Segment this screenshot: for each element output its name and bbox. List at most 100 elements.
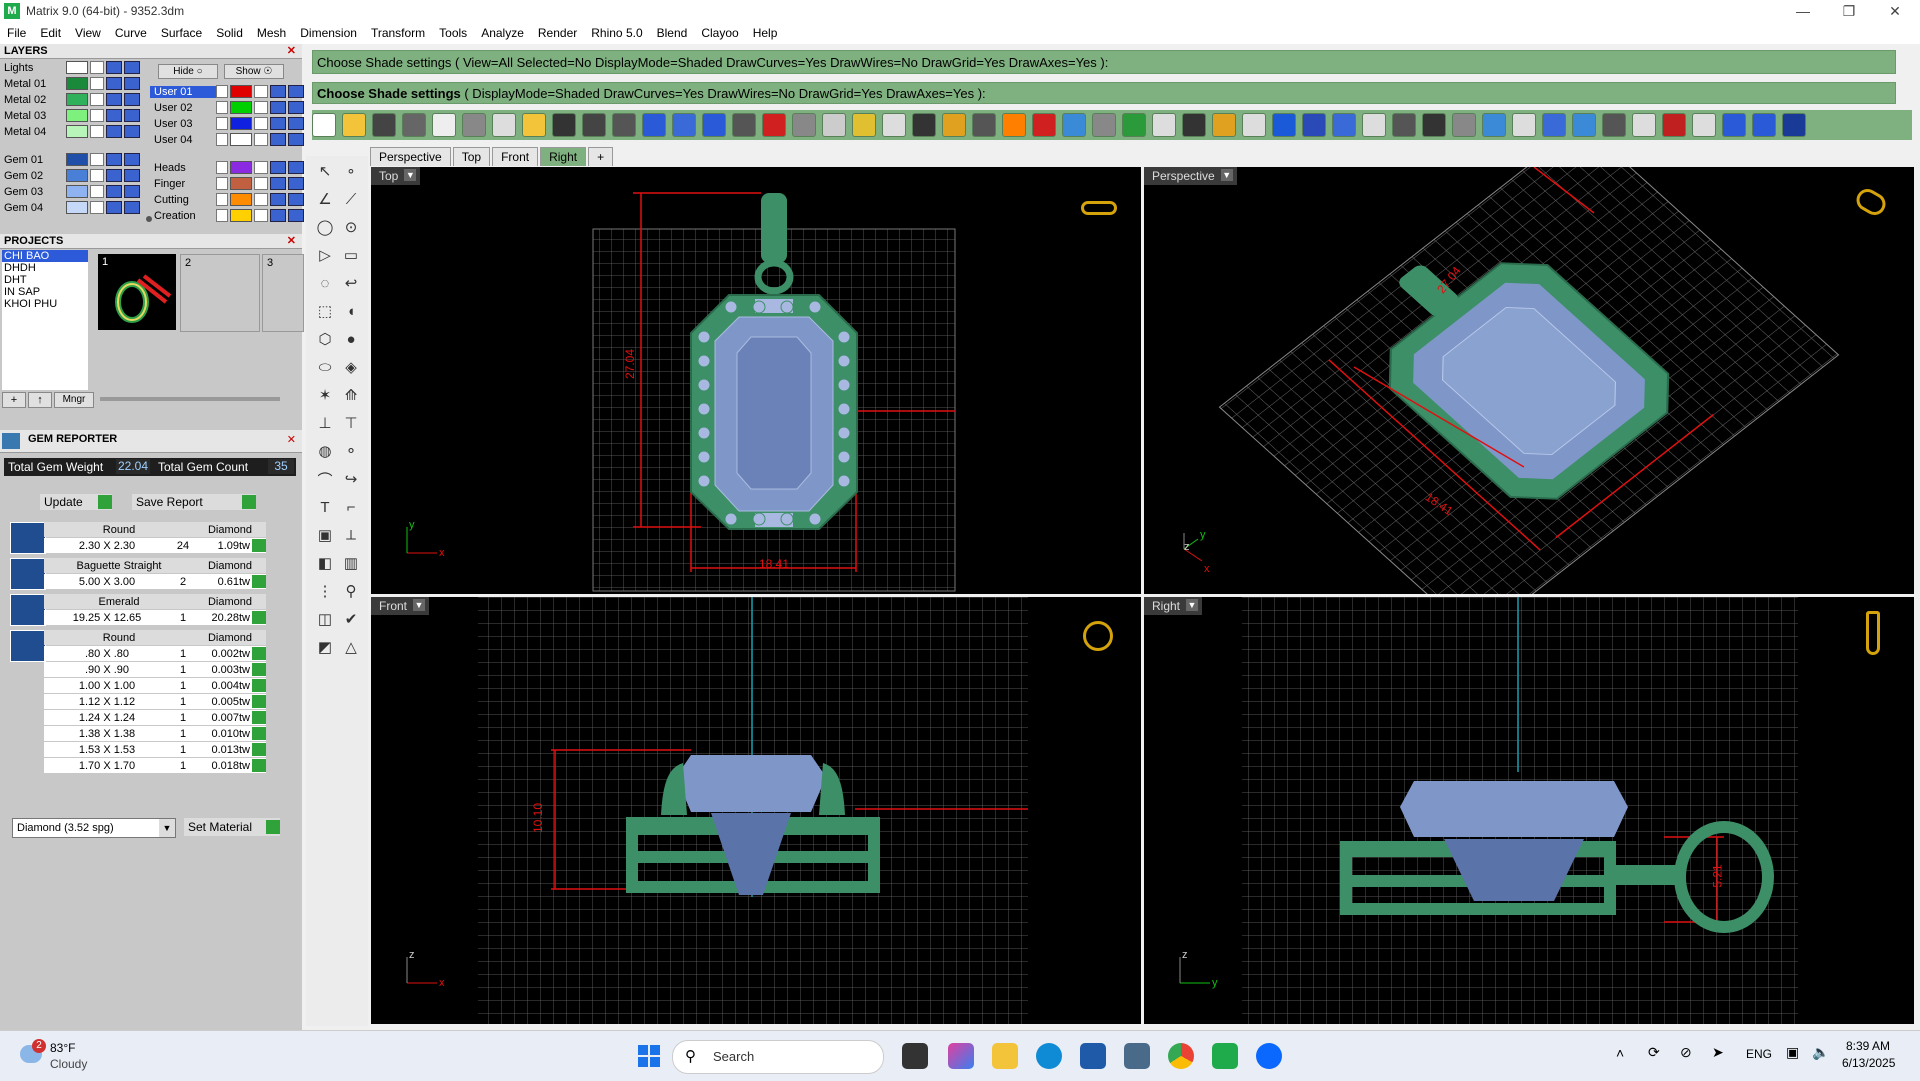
toolbar-button-icon[interactable] [1362,113,1386,137]
zalo-icon[interactable] [1256,1043,1282,1069]
menu-tools[interactable]: Tools [432,26,474,40]
menu-curve[interactable]: Curve [108,26,154,40]
clock-time[interactable]: 8:39 AM [1846,1039,1890,1053]
viewport-top[interactable]: Top ▼ 18.41 27.04 x y [371,167,1141,594]
toolbar-button-icon[interactable] [1662,113,1686,137]
toolbar-button-icon[interactable] [342,113,366,137]
layer-lock-icon[interactable] [90,153,104,166]
layer-visible-icon[interactable] [106,125,122,138]
toolbar-button-icon[interactable] [1572,113,1596,137]
layer-visible-icon[interactable] [270,133,286,146]
toolbar-button-icon[interactable] [642,113,666,137]
layer-expand-icon[interactable] [216,177,228,190]
toolbar-button-icon[interactable] [882,113,906,137]
start-icon[interactable] [638,1045,660,1067]
layer-row[interactable]: Metal 04 [0,124,142,139]
layer-color-swatch[interactable] [66,201,88,214]
close-projects-icon[interactable]: ✕ [287,234,296,248]
toolbar-button-icon[interactable] [1092,113,1116,137]
tool-button-icon[interactable]: ∘ [340,160,362,182]
layer-visible-icon[interactable] [106,77,122,90]
layer-visible-icon[interactable] [270,209,286,222]
layer-expand-icon[interactable] [216,117,228,130]
toolbar-button-icon[interactable] [372,113,396,137]
viewport-top-label[interactable]: Top ▼ [371,167,421,185]
layer-visible-icon[interactable] [270,117,286,130]
tool-button-icon[interactable]: ◈ [340,356,362,378]
layer-lock-icon[interactable] [254,117,268,130]
menu-mesh[interactable]: Mesh [250,26,293,40]
hide-button[interactable]: Hide ○ [158,64,218,79]
viewport-front-label[interactable]: Front ▼ [371,597,430,615]
layer-lock-icon[interactable] [254,161,268,174]
tool-button-icon[interactable]: ↪ [340,468,362,490]
layer-row[interactable]: Finger [150,176,306,191]
layer-visible-icon[interactable] [270,161,286,174]
volume-icon[interactable]: 🔈 [1812,1044,1829,1061]
layer-visible-icon[interactable] [106,201,122,214]
project-item[interactable]: DHT [2,274,88,286]
layer-lock-icon[interactable] [254,209,268,222]
toolbar-button-icon[interactable] [492,113,516,137]
layer-color-swatch[interactable] [230,209,252,222]
chrome-icon[interactable] [1168,1043,1194,1069]
tool-button-icon[interactable]: ✶ [314,384,336,406]
gem-row[interactable]: 1.00 X 1.00 1 0.004tw [44,678,266,693]
toolbar-button-icon[interactable] [1722,113,1746,137]
viewport-front[interactable]: Front ▼ 10.10 x z [371,597,1141,1024]
update-button[interactable]: Update [40,494,112,510]
toolbar-button-icon[interactable] [1512,113,1536,137]
tool-button-icon[interactable]: ⌐ [340,496,362,518]
layer-expand-icon[interactable] [216,209,228,222]
toolbar-button-icon[interactable] [522,113,546,137]
toolbar-button-icon[interactable] [1602,113,1626,137]
project-thumb-2[interactable]: 2 [180,254,260,332]
tab-top[interactable]: Top [452,147,491,166]
gem-row[interactable]: 19.25 X 12.65 1 20.28tw [44,610,266,625]
gem-row[interactable]: 1.38 X 1.38 1 0.010tw [44,726,266,741]
tool-button-icon[interactable]: ⌒ [314,468,336,490]
layer-select-icon[interactable] [288,193,304,206]
toolbar-button-icon[interactable] [1242,113,1266,137]
tool-button-icon[interactable]: ⟂ [340,524,362,546]
layer-color-swatch[interactable] [230,161,252,174]
layer-row[interactable]: Gem 01 [0,152,142,167]
chevron-up-icon[interactable]: ˄ [1616,1045,1624,1061]
layer-row[interactable]: Metal 03 [0,108,142,123]
gem-row[interactable]: 1.12 X 1.12 1 0.005tw [44,694,266,709]
toolbar-button-icon[interactable] [972,113,996,137]
layer-row[interactable]: Lights [0,60,142,75]
layer-lock-icon[interactable] [254,101,268,114]
clock-date[interactable]: 6/13/2025 [1842,1056,1895,1070]
toolbar-button-icon[interactable] [762,113,786,137]
layer-color-swatch[interactable] [230,133,252,146]
layer-lock-icon[interactable] [90,77,104,90]
tool-button-icon[interactable]: ∠ [314,188,336,210]
project-thumb-3[interactable]: 3 [262,254,304,332]
layer-row[interactable]: Metal 01 [0,76,142,91]
viewport-perspective-label[interactable]: Perspective ▼ [1144,167,1237,185]
toolbar-button-icon[interactable] [402,113,426,137]
tool-button-icon[interactable]: ▭ [340,244,362,266]
maximize-icon[interactable]: ❐ [1826,0,1872,22]
layer-select-icon[interactable] [288,161,304,174]
task-view-icon[interactable] [902,1043,928,1069]
tool-button-icon[interactable]: △ [340,636,362,658]
menu-analyze[interactable]: Analyze [474,26,531,40]
layer-lock-icon[interactable] [254,133,268,146]
gem-row[interactable]: 2.30 X 2.30 24 1.09tw [44,538,266,553]
layer-visible-icon[interactable] [106,153,122,166]
tool-button-icon[interactable]: ↖ [314,160,336,182]
tool-button-icon[interactable]: ⊥ [314,412,336,434]
layer-expand-icon[interactable] [216,85,228,98]
layer-visible-icon[interactable] [106,109,122,122]
toolbar-button-icon[interactable] [462,113,486,137]
toolbar-button-icon[interactable] [1302,113,1326,137]
gem-row[interactable]: 1.53 X 1.53 1 0.013tw [44,742,266,757]
toolbar-button-icon[interactable] [1392,113,1416,137]
project-item[interactable]: DHDH [2,262,88,274]
project-item[interactable]: KHOI PHU [2,298,88,310]
layer-color-swatch[interactable] [66,185,88,198]
layer-lock-icon[interactable] [254,85,268,98]
menu-render[interactable]: Render [531,26,584,40]
